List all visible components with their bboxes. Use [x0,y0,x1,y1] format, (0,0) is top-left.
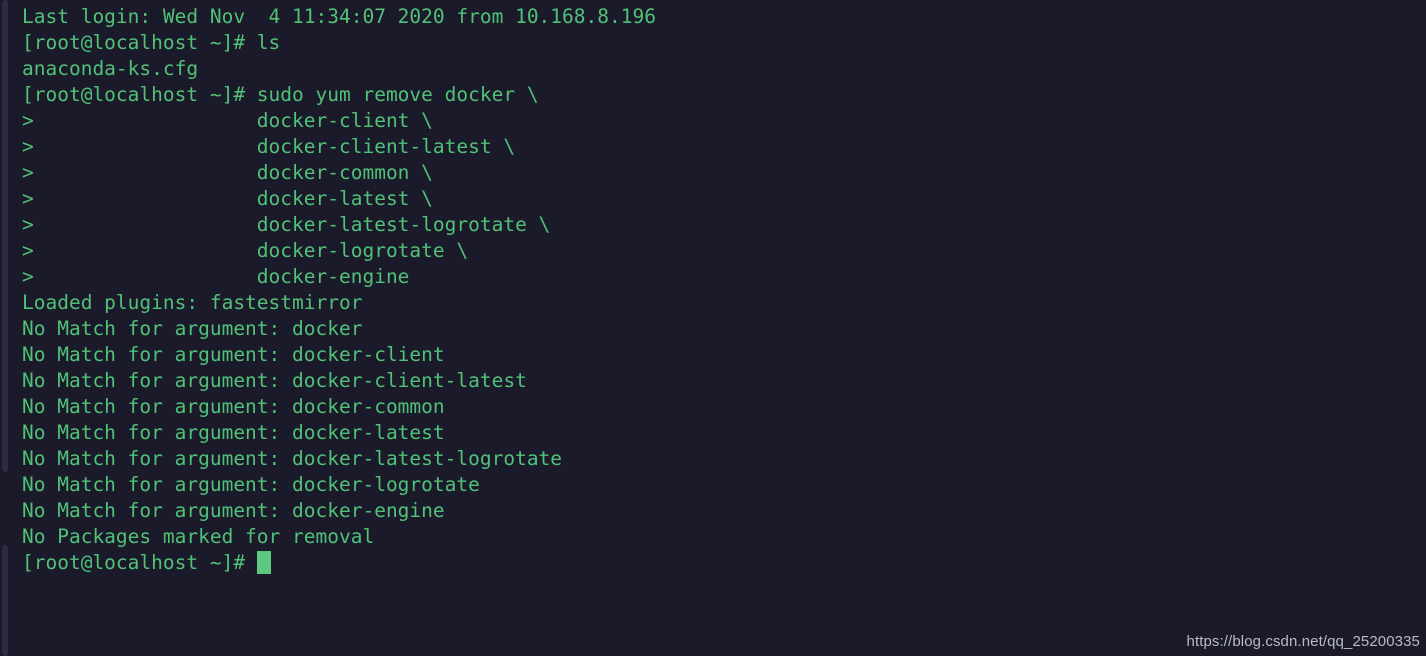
scrollbar-thumb-lower[interactable] [2,545,8,656]
scrollbar-thumb-upper[interactable] [2,0,8,472]
text-cursor [256,551,271,574]
terminal-line: No Match for argument: docker-logrotate [22,473,480,496]
terminal-line: > docker-engine [22,265,410,288]
terminal-line: anaconda-ks.cfg [22,57,199,80]
terminal-window[interactable]: Last login: Wed Nov 4 11:34:07 2020 from… [0,0,1426,656]
terminal-line: Last login: Wed Nov 4 11:34:07 2020 from… [22,5,656,28]
terminal-scrollbar[interactable] [0,0,9,656]
terminal-line: No Match for argument: docker [22,317,363,340]
terminal-line: No Match for argument: docker-latest-log… [22,447,563,470]
watermark-url: https://blog.csdn.net/qq_25200335 [1186,633,1420,650]
terminal-line: No Match for argument: docker-client-lat… [22,369,527,392]
terminal-line: > docker-common \ [22,161,433,184]
terminal-line: No Match for argument: docker-client [22,343,445,366]
terminal-line: [root@localhost ~]# sudo yum remove dock… [22,83,539,106]
terminal-line: No Match for argument: docker-latest [22,421,445,444]
terminal-line: > docker-logrotate \ [22,239,469,262]
terminal-output[interactable]: Last login: Wed Nov 4 11:34:07 2020 from… [22,4,1426,656]
shell-prompt: [root@localhost ~]# [22,551,257,574]
terminal-line: > docker-latest \ [22,187,433,210]
terminal-line: No Match for argument: docker-common [22,395,445,418]
terminal-line: > docker-latest-logrotate \ [22,213,551,236]
terminal-prompt-line[interactable]: [root@localhost ~]# [22,550,1426,576]
terminal-line: No Packages marked for removal [22,525,375,548]
terminal-line: Loaded plugins: fastestmirror [22,291,363,314]
terminal-line: > docker-client-latest \ [22,135,516,158]
terminal-line: No Match for argument: docker-engine [22,499,445,522]
terminal-line: [root@localhost ~]# ls [22,31,281,54]
terminal-line: > docker-client \ [22,109,433,132]
